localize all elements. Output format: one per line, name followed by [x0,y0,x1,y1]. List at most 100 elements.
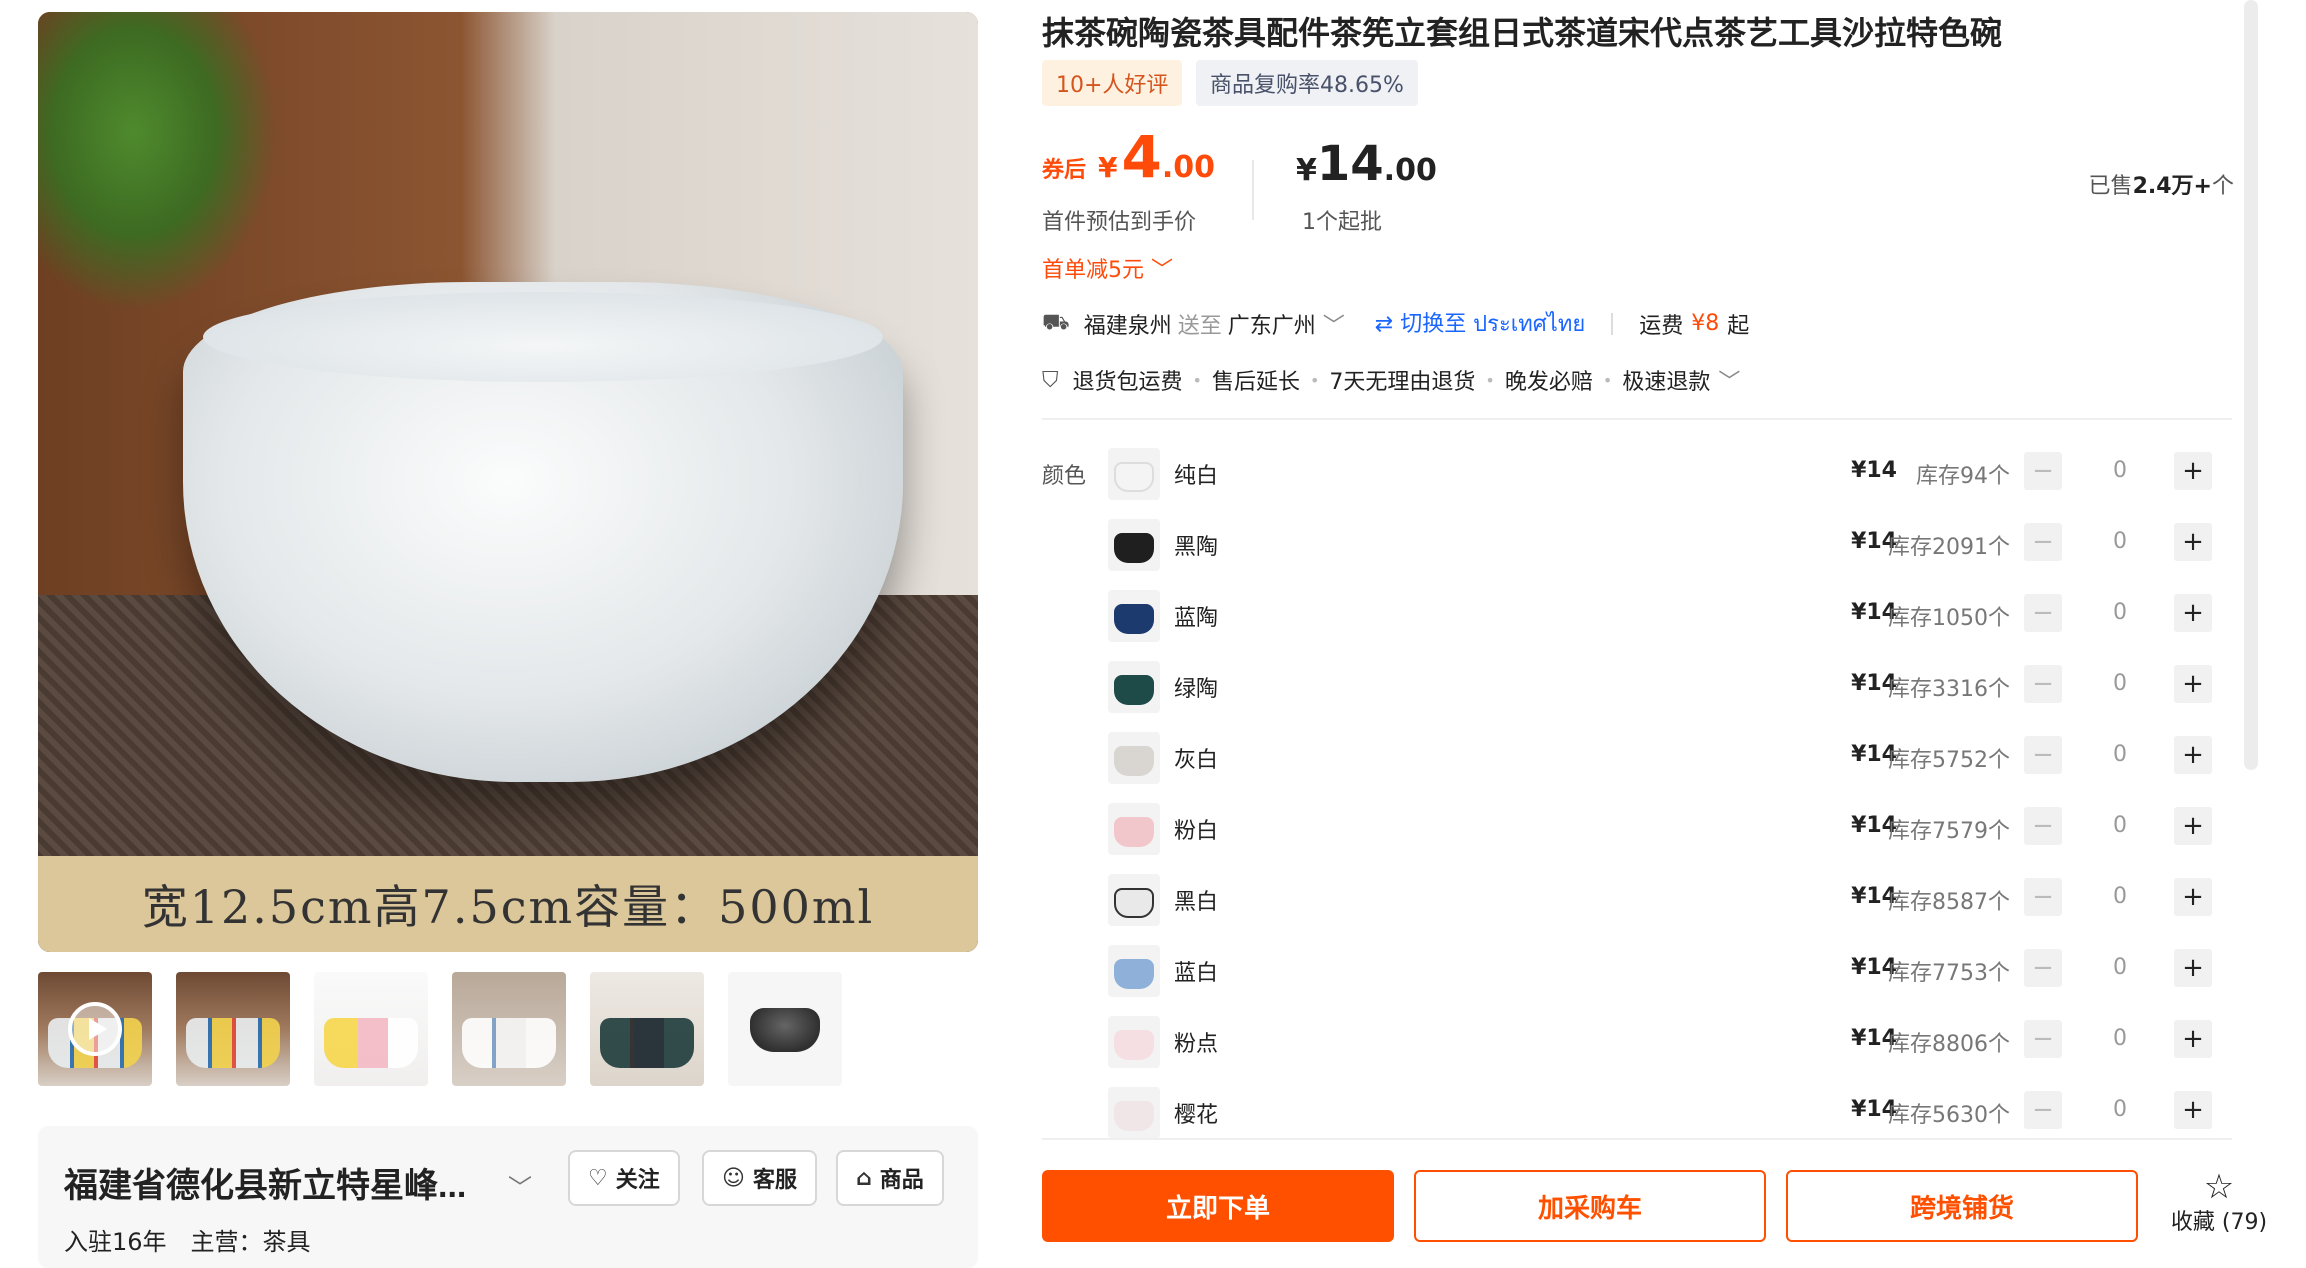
customer-service-button[interactable]: ☺ 客服 [702,1150,817,1206]
chevron-down-icon: ﹀ [1718,370,1741,395]
quantity-input[interactable]: 0 [2100,813,2140,838]
star-icon: ☆ [2203,1167,2235,1207]
chevron-down-icon[interactable]: ﹀ [508,1168,532,1203]
decrease-button[interactable]: − [2024,665,2062,703]
increase-button[interactable]: + [2174,594,2212,632]
chevron-down-icon: ﹀ [1151,258,1174,283]
list-price-block: ¥ 14 .00 1个起批 [1296,140,1437,236]
play-icon[interactable] [68,1002,122,1056]
thumbnail-strip [38,972,842,1086]
shipping-fee: ¥8 [1691,311,1720,336]
price-divider [1252,160,1254,220]
service-guarantees[interactable]: ⛉ 退货包运费 • 售后延长 • 7天无理由退货 • 晚发必赔 • 极速退款 ﹀ [1042,364,1740,396]
quantity-input[interactable]: 0 [2100,884,2140,909]
minimum-order: 1个起批 [1302,210,1382,235]
increase-button[interactable]: + [2174,949,2212,987]
coupon-price: 券后 ¥ 4 .00 [1042,123,1216,191]
service-item: 售后延长 [1211,370,1300,395]
increase-button[interactable]: + [2174,807,2212,845]
truck-icon: ⛟ [1042,309,1070,335]
sku-thumbnail[interactable] [1108,803,1160,855]
sku-row: 黑陶 ¥14 库存2091个 − 0 + [1106,519,2232,590]
divider [1042,1138,2232,1140]
list-price: ¥ 14 .00 [1296,136,1437,192]
increase-button[interactable]: + [2174,1091,2212,1129]
decrease-button[interactable]: − [2024,594,2062,632]
coupon-price-block: 券后 ¥ 4 .00 首件预估到手价 首单减5元 ﹀ [1042,128,1215,284]
swap-icon: ⇄ [1374,312,1401,337]
store-products-button[interactable]: ⌂ 商品 [836,1150,944,1206]
increase-button[interactable]: + [2174,878,2212,916]
decrease-button[interactable]: − [2024,807,2062,845]
sku-row: 纯白 ¥14 库存94个 − 0 + [1106,448,2232,519]
sku-thumbnail[interactable] [1108,590,1160,642]
service-item: 退货包运费 [1072,370,1183,395]
favorite-button[interactable]: ☆ 收藏 (79) [2164,1170,2274,1236]
image-plant [38,12,278,312]
image-caption: 宽12.5cm高7.5cm容量：500ml [38,856,978,952]
quantity-input[interactable]: 0 [2100,1026,2140,1051]
sku-thumbnail[interactable] [1108,448,1160,500]
quantity-input[interactable]: 0 [2100,458,2140,483]
heart-plus-icon: ♡ [588,1165,608,1191]
increase-button[interactable]: + [2174,736,2212,774]
quantity-input[interactable]: 0 [2100,742,2140,767]
decrease-button[interactable]: − [2024,878,2062,916]
sku-list: 纯白 ¥14 库存94个 − 0 + 黑陶 ¥14 库存2091个 − 0 + … [1106,448,2232,1138]
sku-row: 粉点 ¥14 库存8806个 − 0 + [1106,1016,2232,1087]
ship-to-select[interactable]: 广东广州 ﹀ [1228,308,1345,340]
increase-button[interactable]: + [2174,523,2212,561]
quantity-input[interactable]: 0 [2100,671,2140,696]
thumbnail[interactable] [590,972,704,1086]
main-product-image[interactable]: 宽12.5cm高7.5cm容量：500ml [38,12,978,952]
reviews-badge[interactable]: 10+人好评 [1042,60,1183,106]
thumbnail[interactable] [176,972,290,1086]
sku-label: 颜色 [1042,464,1087,489]
decrease-button[interactable]: − [2024,1020,2062,1058]
quantity-input[interactable]: 0 [2100,600,2140,625]
follow-button[interactable]: ♡ 关注 [568,1150,680,1206]
store-meta: 入驻16年 主营：茶具 [64,1222,311,1257]
thumbnail[interactable] [728,972,842,1086]
increase-button[interactable]: + [2174,1020,2212,1058]
decrease-button[interactable]: − [2024,452,2062,490]
switch-region-link[interactable]: ⇄ 切换至 ประเทศไทย [1375,306,1585,341]
sku-thumbnail[interactable] [1108,874,1160,926]
service-item: 7天无理由退货 [1329,370,1476,395]
thumbnail-video[interactable] [38,972,152,1086]
decrease-button[interactable]: − [2024,736,2062,774]
chevron-down-icon: ﹀ [1322,313,1345,339]
quantity-input[interactable]: 0 [2100,529,2140,554]
divider [1042,418,2232,420]
sold-count: 已售2.4万+个 [2088,174,2234,199]
increase-button[interactable]: + [2174,665,2212,703]
sku-thumbnail[interactable] [1108,1087,1160,1138]
first-order-discount[interactable]: 首单减5元 ﹀ [1042,252,1215,284]
store-icon: ⌂ [856,1165,872,1191]
decrease-button[interactable]: − [2024,1091,2062,1129]
decrease-button[interactable]: − [2024,949,2062,987]
cross-border-button[interactable]: 跨境铺货 [1786,1170,2138,1242]
coupon-price-note: 首件预估到手价 [1042,210,1197,235]
sku-thumbnail[interactable] [1108,1016,1160,1068]
scrollbar[interactable] [2244,0,2258,770]
buy-now-button[interactable]: 立即下单 [1042,1170,1394,1242]
store-name[interactable]: 福建省德化县新立特星峰... [64,1158,466,1207]
sku-row: 灰白 ¥14 库存5752个 − 0 + [1106,732,2232,803]
thumbnail[interactable] [314,972,428,1086]
increase-button[interactable]: + [2174,452,2212,490]
add-to-cart-button[interactable]: 加采购车 [1414,1170,1766,1242]
sku-thumbnail[interactable] [1108,661,1160,713]
sku-row: 粉白 ¥14 库存7579个 − 0 + [1106,803,2232,874]
quantity-input[interactable]: 0 [2100,955,2140,980]
sku-row: 蓝白 ¥14 库存7753个 − 0 + [1106,945,2232,1016]
sku-thumbnail[interactable] [1108,945,1160,997]
quantity-input[interactable]: 0 [2100,1097,2140,1122]
sku-row: 黑白 ¥14 库存8587个 − 0 + [1106,874,2232,945]
chat-smile-icon: ☺ [722,1165,745,1191]
thumbnail[interactable] [452,972,566,1086]
sku-thumbnail[interactable] [1108,732,1160,784]
sku-thumbnail[interactable] [1108,519,1160,571]
service-item: 极速退款 [1622,370,1711,395]
decrease-button[interactable]: − [2024,523,2062,561]
